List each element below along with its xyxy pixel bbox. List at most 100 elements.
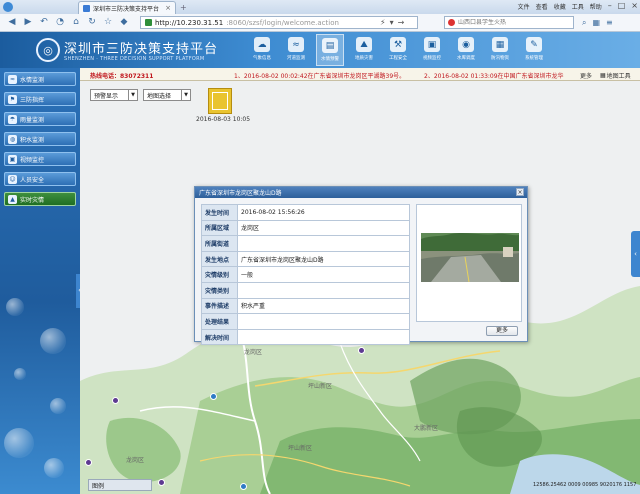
browser-logo-icon: [3, 2, 13, 12]
decor-bubble: [44, 458, 64, 478]
event-marker[interactable]: [85, 459, 92, 466]
map-legend[interactable]: 图例: [88, 479, 152, 491]
alert-icon: ▲: [8, 194, 17, 204]
place-label: 大鹏新区: [414, 425, 439, 432]
url-host: http://10.230.31.51: [155, 18, 224, 27]
maximize-icon[interactable]: □: [618, 2, 626, 11]
mountain-icon: ⛰: [356, 37, 372, 52]
tab-close-icon[interactable]: ×: [165, 4, 171, 12]
legend-label: 图例: [92, 482, 105, 490]
chevron-down-icon: ▼: [181, 90, 190, 100]
shield-icon[interactable]: ◆: [118, 16, 130, 28]
sidebar-item-disaster[interactable]: ▲ 实时灾情: [4, 192, 76, 206]
module-river[interactable]: ≈ 河道监测: [282, 34, 310, 66]
forward-icon[interactable]: ▶: [22, 16, 34, 28]
module-supplies[interactable]: ▦ 防汛物资: [486, 34, 514, 66]
event-marker[interactable]: [210, 393, 217, 400]
hotline-text: 热线电话：83072311: [90, 73, 154, 80]
wave-icon: ≈: [8, 74, 17, 84]
alert-ticker-1[interactable]: 1、2016-08-02 00:02:42在广东省深圳市龙岗区平湖路39号。: [234, 71, 405, 80]
event-marker[interactable]: [112, 397, 119, 404]
grid-icon[interactable]: ▦: [592, 18, 600, 28]
home-icon[interactable]: ⌂: [70, 16, 82, 28]
menu-help[interactable]: 帮助: [590, 2, 602, 11]
command-icon: ⚑: [8, 94, 17, 104]
decor-bubble: [40, 328, 66, 354]
browser-tab[interactable]: 深圳市三防决策支持平台 ×: [78, 1, 176, 14]
nav-right-tools: ⌕ ▦ ≡: [582, 18, 613, 28]
menu-file[interactable]: 文件: [518, 2, 530, 11]
menu-view[interactable]: 查看: [536, 2, 548, 11]
module-weather[interactable]: ☁ 气象信息: [248, 34, 276, 66]
table-row: 所属区域 龙岗区: [201, 219, 410, 237]
undo-icon[interactable]: ↶: [38, 16, 50, 28]
module-reservoir[interactable]: ◉ 水库调度: [452, 34, 480, 66]
place-label: 坪山新区: [288, 445, 313, 452]
table-row: 发生时间 2016-08-02 15:56:26: [201, 204, 410, 221]
flood-photo[interactable]: [421, 233, 519, 282]
minimize-icon[interactable]: –: [608, 2, 612, 11]
app-header: ◎ 深圳市三防决策支持平台 SHENZHEN · THREE DECISION …: [0, 32, 640, 68]
history-icon[interactable]: ◔: [54, 16, 66, 28]
warning-display-select[interactable]: 预警显示 ▼: [90, 89, 138, 101]
window-close-icon[interactable]: ×: [631, 2, 638, 11]
sidebar-item-water-monitor[interactable]: ≈ 水情监测: [4, 72, 76, 86]
search-input[interactable]: [458, 19, 558, 26]
new-tab-icon[interactable]: +: [180, 3, 187, 12]
search-box[interactable]: [444, 16, 574, 29]
close-icon[interactable]: ×: [516, 188, 524, 196]
place-label: 坪山新区: [308, 383, 333, 390]
sidebar-item-personnel[interactable]: ☺ 人员安全: [4, 172, 76, 186]
address-tools: ⚡ ▾ →: [380, 18, 404, 27]
tools-icon: ✎: [526, 37, 542, 52]
alert-ticker-2[interactable]: 2、2016-08-02 01:33:09在中国广东省深圳市龙华: [424, 71, 574, 80]
module-water-warning[interactable]: ▤ 水情预警: [316, 34, 344, 66]
coordinate-readout: 12586.25462 0009 00985 9020176 1157: [533, 482, 637, 488]
sidebar-item-video[interactable]: ▣ 视频监控: [4, 152, 76, 166]
dialog-title-bar[interactable]: 广东省深圳市龙岗区聚龙山D路 ×: [195, 187, 527, 198]
compat-icon[interactable]: ⚡: [380, 18, 386, 27]
menu-favorites[interactable]: 收藏: [554, 2, 566, 11]
sidebar-item-rainfall[interactable]: ☂ 雨量监测: [4, 112, 76, 126]
dropdown-icon[interactable]: ▾: [390, 18, 394, 27]
dam-icon: ⚒: [390, 37, 406, 52]
back-icon[interactable]: ◀: [6, 16, 18, 28]
address-bar[interactable]: http://10.230.31.51:8060/szsf/login/welc…: [140, 16, 418, 29]
table-row: 灾情类别: [201, 281, 410, 299]
module-engineering[interactable]: ⚒ 工程安全: [384, 34, 412, 66]
module-system[interactable]: ✎ 系统管理: [520, 34, 548, 66]
map-tools-icon: ▦: [600, 72, 606, 79]
decor-bubble: [14, 368, 26, 380]
menu-tools[interactable]: 工具: [572, 2, 584, 11]
flood-icon: ◍: [8, 134, 17, 144]
go-icon[interactable]: →: [398, 18, 405, 27]
app-subtitle: SHENZHEN · THREE DECISION SUPPORT PLATFO…: [64, 56, 205, 62]
module-geo-hazard[interactable]: ⛰ 地质灾害: [350, 34, 378, 66]
sidebar-menu: ≈ 水情监测 ⚑ 三防指挥 ☂ 雨量监测 ◍ 积水监测 ▣ 视频监控 ☺ 人员安全 ▲ 实时灾…: [4, 72, 76, 212]
refresh-icon[interactable]: ↻: [86, 16, 98, 28]
event-marker[interactable]: [358, 347, 365, 354]
more-button[interactable]: 更多: [486, 326, 518, 336]
event-marker[interactable]: [158, 479, 165, 486]
page-icon: [145, 19, 152, 26]
more-alerts-link[interactable]: 更多: [580, 71, 592, 80]
sidebar-item-command[interactable]: ⚑ 三防指挥: [4, 92, 76, 106]
map-panel-toggle[interactable]: ‹: [631, 231, 640, 277]
event-thumbnail[interactable]: [208, 88, 232, 114]
warning-display-value: 预警显示: [94, 92, 119, 100]
thumbnail-date: 2016-08-03 10:05: [196, 116, 251, 123]
map-choice-select[interactable]: 地图选择 ▼: [143, 89, 191, 101]
star-icon[interactable]: ☆: [102, 16, 114, 28]
menu-icon[interactable]: ≡: [606, 18, 613, 28]
map-choice-value: 地图选择: [147, 92, 172, 100]
event-detail-dialog: 广东省深圳市龙岗区聚龙山D路 × 发生时间 2016-08-02 15:56:26…: [194, 186, 528, 346]
sidebar-item-waterlogging[interactable]: ◍ 积水监测: [4, 132, 76, 146]
map-tools-link[interactable]: ▦ 地图工具: [600, 71, 631, 80]
event-marker[interactable]: [240, 483, 247, 490]
place-label: 龙岗区: [126, 457, 145, 464]
decor-bubble: [6, 298, 24, 316]
module-video[interactable]: ▣ 视频监控: [418, 34, 446, 66]
url-path: :8060/szsf/login/welcome.action: [226, 18, 339, 27]
search-icon[interactable]: ⌕: [582, 18, 586, 28]
reservoir-icon: ◉: [458, 37, 474, 52]
